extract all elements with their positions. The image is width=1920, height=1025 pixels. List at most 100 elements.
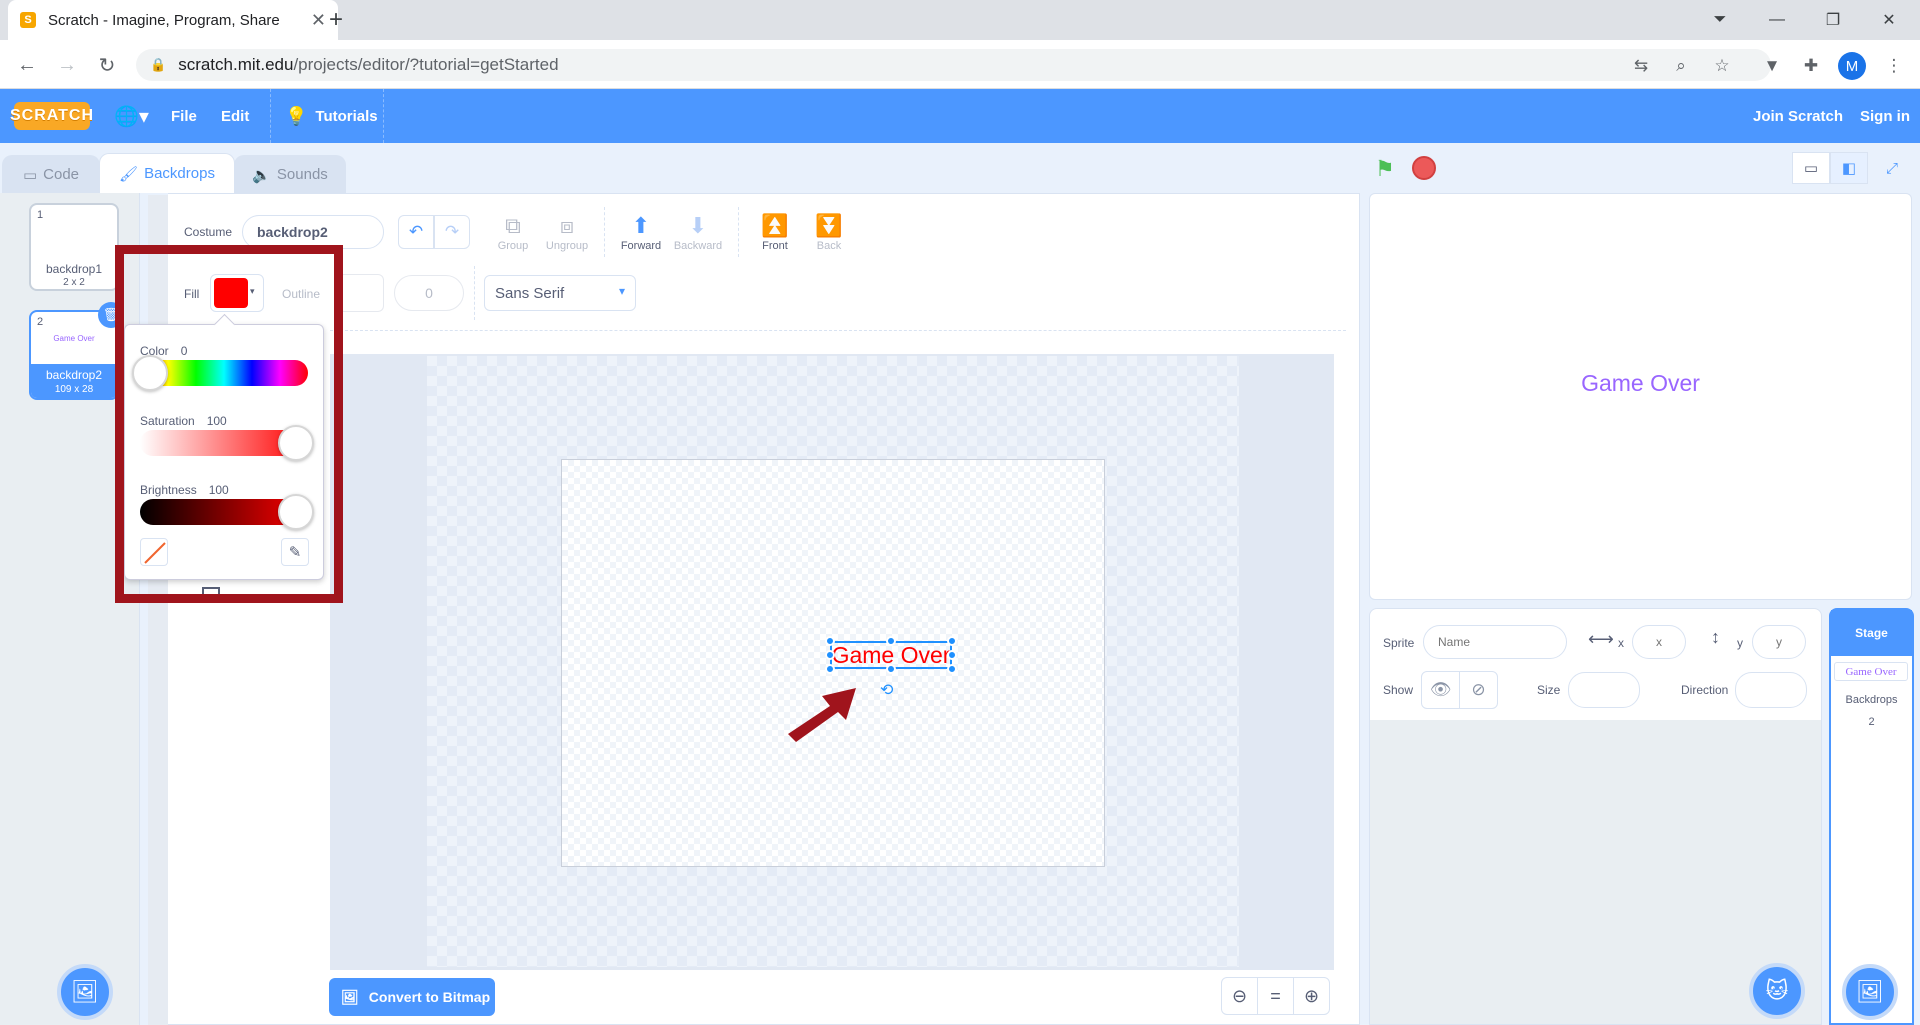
size-label: Size: [1537, 683, 1561, 697]
back-label: Back: [816, 240, 842, 252]
fullscreen-icon[interactable]: ⤢: [1873, 152, 1911, 184]
resize-handle[interactable]: [825, 664, 835, 674]
group-button[interactable]: ⧉ Group: [488, 212, 538, 252]
tab-code[interactable]: ▭ Code: [2, 155, 100, 193]
choose-sprite-button[interactable]: 🐱: [1749, 963, 1805, 1019]
rotate-handle-icon[interactable]: ⟲: [880, 680, 893, 700]
sign-in-link[interactable]: Sign in: [1860, 89, 1910, 143]
tab-sounds[interactable]: 🔈 Sounds: [234, 155, 346, 193]
restore-icon[interactable]: ❐: [1810, 0, 1856, 40]
group-icon: ⧉: [505, 213, 521, 238]
puzzle-icon[interactable]: ✚: [1797, 52, 1825, 80]
choose-backdrop-button[interactable]: 🖼: [57, 964, 113, 1020]
url-path: /projects/editor/?tutorial=getStarted: [293, 55, 559, 74]
front-label: Front: [762, 240, 788, 252]
outline-color-button[interactable]: [338, 274, 384, 312]
extension-icon[interactable]: ▼: [1758, 52, 1786, 80]
lock-icon: 🔒: [150, 57, 167, 72]
profile-avatar[interactable]: M: [1838, 52, 1866, 80]
join-scratch-link[interactable]: Join Scratch: [1753, 89, 1843, 143]
new-tab-icon[interactable]: +: [322, 6, 350, 34]
zoom-in-icon[interactable]: ⊕: [1293, 977, 1330, 1015]
backward-button[interactable]: ⬇ Backward: [673, 212, 723, 252]
ungroup-label: Ungroup: [545, 240, 589, 252]
menu-separator: [270, 89, 271, 143]
url-host: scratch.mit.edu: [178, 55, 294, 74]
back-button[interactable]: ⏬ Back: [804, 212, 854, 252]
ungroup-button[interactable]: ⧈ Ungroup: [542, 212, 592, 252]
tab-backdrops[interactable]: 🖌 Backdrops: [99, 153, 235, 193]
costume-name-input[interactable]: backdrop2: [242, 215, 384, 249]
zoom-reset-icon[interactable]: =: [1257, 977, 1294, 1015]
small-stage-icon[interactable]: ▭: [1792, 152, 1830, 184]
backdrops-label: Backdrops: [1845, 694, 1898, 706]
minimize-icon[interactable]: —: [1754, 0, 1800, 40]
resize-handle[interactable]: [886, 664, 896, 674]
chevron-down-icon: ▾: [618, 284, 625, 298]
forward-label: Forward: [620, 240, 662, 252]
front-icon: ⏫: [761, 213, 789, 238]
reload-icon[interactable]: ↻: [92, 50, 122, 80]
outline-width-input[interactable]: 0: [394, 275, 464, 311]
toolbar-separator: [474, 266, 475, 320]
x-input[interactable]: [1632, 625, 1686, 659]
tab-search-icon[interactable]: ⏷: [1697, 0, 1743, 40]
browser-tab-title: Scratch - Imagine, Program, Share: [48, 11, 280, 29]
resize-handle[interactable]: [825, 636, 835, 646]
stage-selector-title: Stage: [1831, 610, 1912, 656]
forward-icon[interactable]: →: [52, 50, 82, 80]
close-window-icon[interactable]: ✕: [1866, 0, 1912, 40]
convert-to-bitmap-button[interactable]: 🖼 Convert to Bitmap: [329, 978, 495, 1016]
front-button[interactable]: ⏫ Front: [750, 212, 800, 252]
size-input[interactable]: [1568, 672, 1640, 708]
browser-tab[interactable]: S Scratch - Imagine, Program, Share ✕: [8, 0, 338, 40]
tab-backdrops-label: Backdrops: [144, 165, 215, 182]
sprite-name-input[interactable]: [1423, 625, 1567, 659]
image-icon: 🖼: [341, 988, 359, 1005]
y-label: y: [1737, 636, 1743, 650]
ungroup-icon: ⧈: [560, 213, 574, 238]
costume-number: 1: [37, 209, 44, 221]
translate-icon[interactable]: ⇆: [1627, 52, 1655, 80]
toolbar-separator: [738, 207, 739, 257]
costume-number: 2: [37, 316, 44, 328]
red-arrow-annotation: [788, 688, 856, 742]
star-icon[interactable]: ☆: [1708, 52, 1736, 80]
menu-file[interactable]: File: [171, 89, 197, 143]
convert-label: Convert to Bitmap: [368, 989, 491, 1005]
zoom-out-icon[interactable]: ⊖: [1221, 977, 1258, 1015]
resize-handle[interactable]: [947, 664, 957, 674]
language-globe-icon[interactable]: 🌐▾: [114, 89, 149, 143]
menu-tutorials[interactable]: 💡 Tutorials: [285, 89, 378, 143]
resize-handle[interactable]: [825, 650, 835, 660]
menu-tutorials-label: Tutorials: [315, 107, 378, 125]
stage-text: Game Over: [1581, 370, 1700, 396]
direction-input[interactable]: [1735, 672, 1807, 708]
menu-edit[interactable]: Edit: [221, 89, 249, 143]
undo-icon[interactable]: ↶: [398, 215, 434, 249]
tab-sounds-label: Sounds: [276, 166, 328, 183]
resize-handle[interactable]: [947, 650, 957, 660]
y-input[interactable]: [1752, 625, 1806, 659]
group-label: Group: [497, 240, 529, 252]
stop-icon[interactable]: [1412, 156, 1436, 180]
address-bar[interactable]: 🔒 scratch.mit.edu/projects/editor/?tutor…: [136, 49, 1771, 81]
costume-item[interactable]: 1 backdrop1 2 x 2: [29, 203, 119, 291]
zoom-icon[interactable]: ⌕: [1667, 52, 1695, 80]
forward-button[interactable]: ⬆ Forward: [616, 212, 666, 252]
show-visible-icon[interactable]: 👁: [1421, 671, 1460, 709]
large-stage-icon[interactable]: ◧: [1830, 152, 1868, 184]
image-icon: 🖼: [71, 979, 99, 1004]
back-icon[interactable]: ←: [12, 50, 42, 80]
scratch-logo[interactable]: SCRATCH: [10, 102, 93, 130]
choose-backdrop-stage-button[interactable]: 🖼: [1842, 964, 1898, 1020]
font-select[interactable]: Sans Serif ▾: [484, 275, 636, 311]
green-flag-icon[interactable]: ⚑: [1375, 156, 1395, 182]
resize-handle[interactable]: [947, 636, 957, 646]
show-hidden-icon[interactable]: ⊘: [1459, 671, 1498, 709]
toolbar-separator: [604, 207, 605, 257]
browser-menu-icon[interactable]: ⋮: [1880, 52, 1908, 80]
redo-icon[interactable]: ↷: [434, 215, 470, 249]
brush-icon: 🖌: [119, 165, 139, 183]
resize-handle[interactable]: [886, 636, 896, 646]
